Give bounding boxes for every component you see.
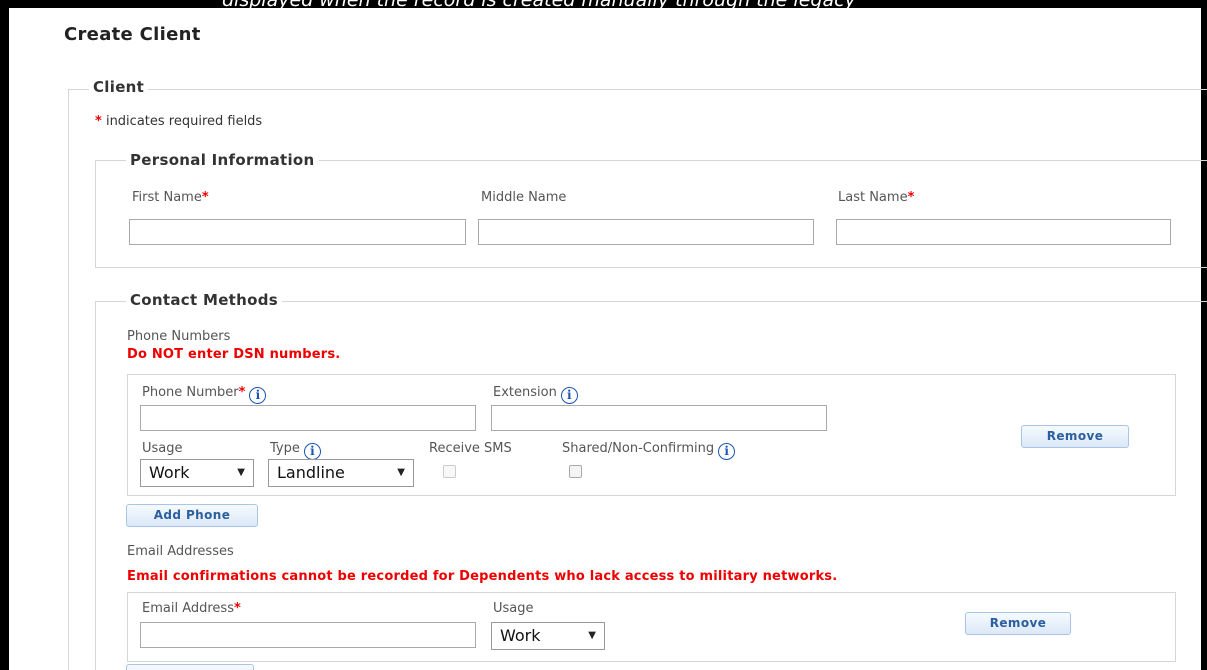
remove-phone-button[interactable]: Remove [1021, 425, 1129, 448]
receive-sms-checkbox[interactable] [443, 465, 456, 478]
type-label: Type i [270, 441, 321, 460]
remove-email-button[interactable]: Remove [965, 612, 1071, 635]
phone-number-input[interactable] [140, 405, 476, 431]
shared-non-confirming-label: Shared/Non-Confirming i [562, 441, 736, 460]
client-legend: Client [89, 78, 149, 96]
type-info-icon[interactable]: i [303, 443, 321, 460]
chevron-down-icon: ▼ [588, 630, 596, 641]
email-usage-label: Usage [493, 601, 534, 616]
left-border [0, 0, 9, 670]
page-title: Create Client [64, 24, 201, 45]
personal-info-legend: Personal Information [126, 151, 319, 169]
extension-label: Extension i [493, 385, 578, 404]
banner-text: displayed when the record is created man… [222, 0, 856, 8]
extension-info-icon[interactable]: i [560, 387, 578, 404]
phone-number-label: Phone Number* i [142, 385, 267, 404]
phone-usage-select[interactable]: Work ▼ [140, 459, 254, 487]
last-name-label: Last Name* [838, 190, 915, 205]
cropped-banner: displayed when the record is created man… [0, 0, 1207, 8]
required-asterisk: * [95, 114, 102, 129]
email-address-label: Email Address* [142, 601, 241, 616]
chevron-down-icon: ▼ [397, 467, 405, 478]
required-note-text: indicates required fields [105, 114, 263, 129]
middle-name-input[interactable] [478, 219, 814, 245]
shared-info-icon[interactable]: i [718, 443, 736, 460]
phone-number-info-icon[interactable]: i [249, 387, 267, 404]
receive-sms-label: Receive SMS [429, 441, 512, 456]
shared-non-confirming-checkbox[interactable] [569, 465, 582, 478]
contact-methods-legend: Contact Methods [126, 291, 282, 309]
phone-type-select[interactable]: Landline ▼ [268, 459, 414, 487]
middle-name-label: Middle Name [481, 190, 567, 205]
usage-label: Usage [142, 441, 183, 456]
email-addresses-label: Email Addresses [127, 544, 234, 559]
email-usage-select[interactable]: Work ▼ [491, 622, 605, 650]
first-name-input[interactable] [129, 219, 466, 245]
email-address-input[interactable] [140, 622, 476, 648]
personal-info-fieldset [95, 160, 1207, 268]
last-name-input[interactable] [836, 219, 1171, 245]
dsn-warning: Do NOT enter DSN numbers. [127, 347, 341, 362]
required-fields-note: * indicates required fields [95, 114, 262, 129]
email-confirmation-warning: Email confirmations cannot be recorded f… [127, 569, 838, 584]
phone-numbers-label: Phone Numbers [127, 329, 231, 344]
add-phone-button[interactable]: Add Phone [126, 504, 258, 527]
first-name-label: First Name* [132, 190, 209, 205]
extension-input[interactable] [491, 405, 827, 431]
add-email-button[interactable] [126, 664, 254, 670]
chevron-down-icon: ▼ [237, 467, 245, 478]
